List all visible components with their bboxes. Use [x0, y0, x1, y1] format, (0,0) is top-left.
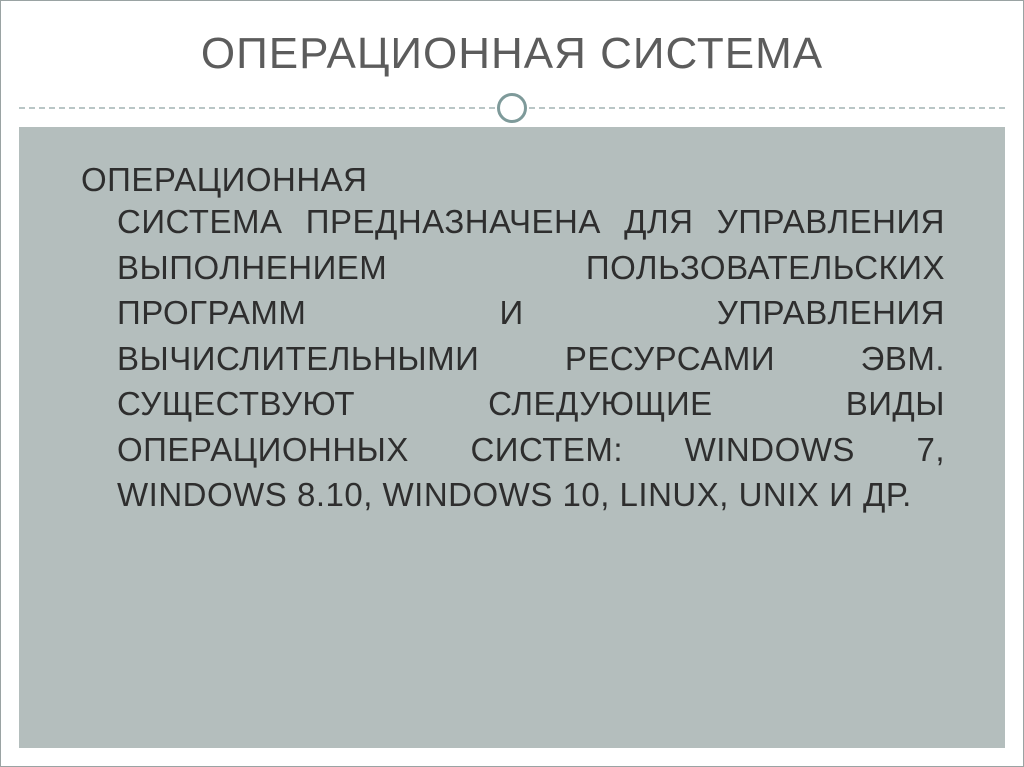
divider-circle-icon [497, 93, 527, 123]
slide-title: ОПЕРАЦИОННАЯ СИСТЕМА [1, 29, 1023, 79]
slide-body: ОПЕРАЦИОННАЯ СИСТЕМА ПРЕДНАЗНАЧЕНА ДЛЯ У… [19, 127, 1005, 748]
body-paragraph: СИСТЕМА ПРЕДНАЗНАЧЕНА ДЛЯ УПРАВЛЕНИЯ ВЫП… [79, 199, 945, 518]
slide-header: ОПЕРАЦИОННАЯ СИСТЕМА [1, 1, 1023, 127]
slide: ОПЕРАЦИОННАЯ СИСТЕМА ОПЕРАЦИОННАЯ СИСТЕМ… [0, 0, 1024, 767]
body-lead-word: ОПЕРАЦИОННАЯ [81, 161, 945, 199]
